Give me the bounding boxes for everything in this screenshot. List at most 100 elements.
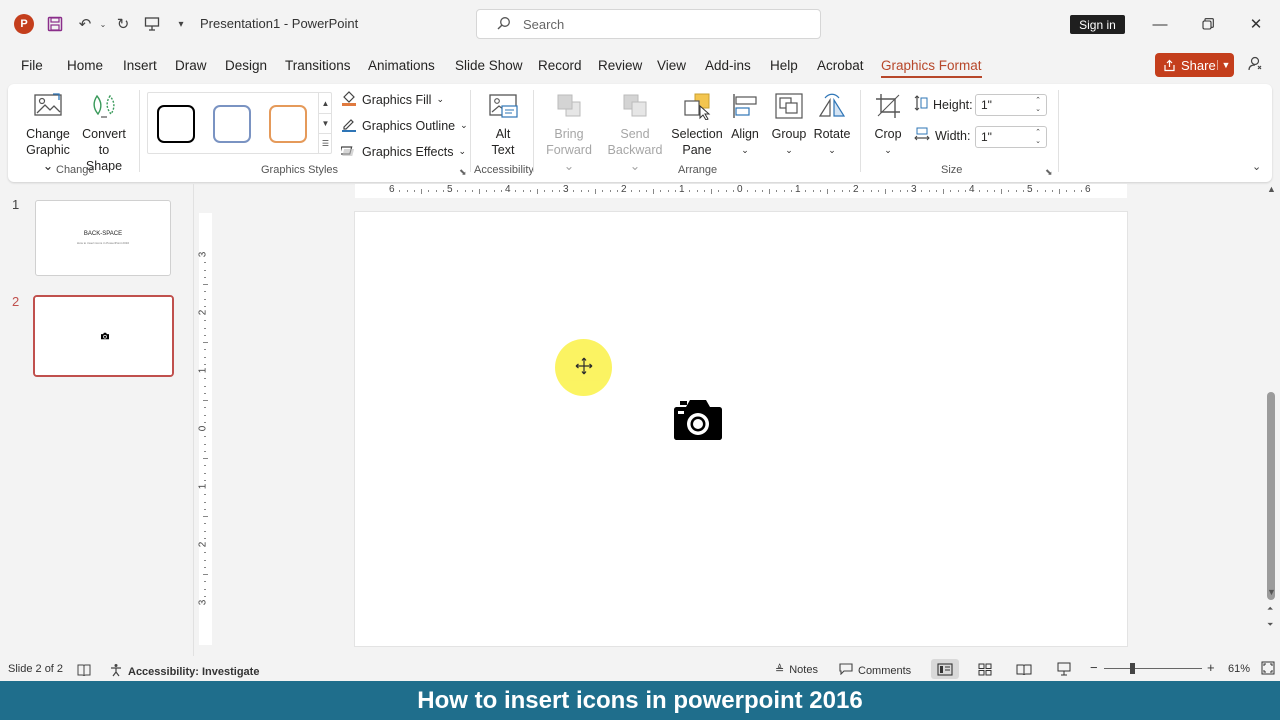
crop-button[interactable]: Crop ⌄ bbox=[870, 90, 906, 158]
reading-view-icon[interactable] bbox=[1010, 659, 1038, 679]
rotate-button[interactable]: Rotate ⌄ bbox=[812, 90, 852, 158]
tab-design[interactable]: Design bbox=[225, 58, 267, 73]
tab-home[interactable]: Home bbox=[67, 58, 103, 73]
scrollbar-thumb[interactable] bbox=[1267, 392, 1275, 600]
tab-view[interactable]: View bbox=[657, 58, 686, 73]
scroll-up-icon[interactable]: ▲ bbox=[1267, 184, 1276, 194]
slide-sorter-icon[interactable] bbox=[971, 659, 999, 679]
graphics-styles-gallery[interactable]: ▲ ▼ ☰ bbox=[147, 92, 332, 154]
comments-icon[interactable] bbox=[1248, 56, 1264, 76]
collapse-ribbon-icon[interactable]: ⌄ bbox=[1252, 160, 1261, 173]
graphics-outline-button[interactable]: Graphics Outline ⌄ bbox=[341, 116, 468, 135]
ruler-tick bbox=[204, 472, 206, 474]
tab-file[interactable]: File bbox=[21, 58, 43, 73]
camera-icon[interactable] bbox=[672, 398, 724, 442]
ruler-tick bbox=[711, 189, 712, 194]
ruler-label: 2 bbox=[621, 184, 627, 195]
ruler-tick bbox=[204, 421, 206, 423]
vertical-scrollbar[interactable]: ▲ ▼ ⏶ ⏷ bbox=[1264, 184, 1280, 656]
move-cursor-icon bbox=[575, 357, 593, 378]
search-box[interactable]: Search bbox=[476, 9, 821, 39]
ruler-label: 4 bbox=[969, 184, 975, 195]
ruler-tick bbox=[558, 190, 560, 192]
zoom-out-icon[interactable]: − bbox=[1090, 660, 1098, 675]
undo-dropdown-icon[interactable]: ⌄ bbox=[92, 13, 114, 35]
style-swatch-black[interactable] bbox=[157, 105, 195, 143]
zoom-slider-thumb[interactable] bbox=[1130, 663, 1135, 674]
customize-qat-icon[interactable]: ▾ bbox=[170, 13, 192, 35]
tab-draw[interactable]: Draw bbox=[175, 58, 207, 73]
style-swatch-orange[interactable] bbox=[269, 105, 307, 143]
ruler-tick bbox=[638, 190, 640, 192]
ruler-tick bbox=[204, 414, 206, 416]
share-button[interactable]: Share ▼ bbox=[1155, 53, 1234, 77]
save-icon[interactable] bbox=[44, 13, 66, 35]
fit-to-window-icon[interactable] bbox=[1260, 660, 1276, 676]
style-swatch-blue[interactable] bbox=[213, 105, 251, 143]
ruler-tick bbox=[870, 190, 872, 192]
ruler-tick bbox=[204, 392, 206, 394]
restore-icon[interactable] bbox=[1193, 12, 1223, 36]
change-graphic-button[interactable]: Change Graphic ⌄ bbox=[22, 90, 74, 174]
accessibility-status[interactable]: Accessibility: Investigate bbox=[109, 663, 259, 680]
comments-button[interactable]: Comments bbox=[839, 663, 911, 678]
tab-review[interactable]: Review bbox=[598, 58, 642, 73]
zoom-level[interactable]: 61% bbox=[1228, 663, 1250, 675]
spinner-arrows-icon[interactable]: ⌃ ⌄ bbox=[1035, 128, 1041, 146]
scroll-down-icon[interactable]: ▼ bbox=[1267, 587, 1276, 597]
slide-show-view-icon[interactable] bbox=[1050, 659, 1078, 679]
tab-record[interactable]: Record bbox=[538, 58, 582, 73]
gallery-scroll-down-icon[interactable]: ▼ bbox=[318, 113, 332, 133]
spinner-arrows-icon[interactable]: ⌃ ⌄ bbox=[1035, 96, 1041, 114]
notes-button[interactable]: ≜ Notes bbox=[775, 663, 818, 677]
ruler-tick bbox=[204, 291, 206, 293]
gallery-scroll-up-icon[interactable]: ▲ bbox=[318, 93, 332, 113]
tab-transitions[interactable]: Transitions bbox=[285, 58, 351, 73]
previous-slide-icon[interactable]: ⏶ bbox=[1267, 604, 1273, 614]
tab-add-ins[interactable]: Add-ins bbox=[705, 58, 751, 73]
slide-thumbnail-1[interactable]: BACK-SPACE How to insert icons in PowerP… bbox=[35, 200, 171, 276]
next-slide-icon[interactable]: ⏷ bbox=[1267, 620, 1273, 630]
tab-graphics-format[interactable]: Graphics Format bbox=[881, 58, 982, 78]
send-backward-button[interactable]: Send Backward ⌄ bbox=[602, 90, 668, 174]
graphics-styles-launcher-icon[interactable]: ⬊ bbox=[459, 167, 467, 178]
alt-text-button[interactable]: Alt Text bbox=[482, 90, 524, 158]
sign-in-button[interactable]: Sign in bbox=[1070, 15, 1125, 34]
tab-animations[interactable]: Animations bbox=[368, 58, 435, 73]
ruler-tick bbox=[204, 523, 206, 525]
redo-icon[interactable]: ↻ bbox=[112, 13, 134, 35]
ribbon-separator bbox=[860, 90, 861, 172]
align-button[interactable]: Align ⌄ bbox=[726, 90, 764, 158]
size-launcher-icon[interactable]: ⬊ bbox=[1045, 167, 1053, 178]
group-button[interactable]: Group ⌄ bbox=[769, 90, 809, 158]
zoom-in-icon[interactable]: + bbox=[1207, 660, 1215, 675]
graphics-effects-button[interactable]: Graphics Effects ⌄ bbox=[339, 142, 466, 161]
slide-thumbnail-2[interactable] bbox=[33, 295, 174, 377]
height-input[interactable]: 1" ⌃ ⌄ bbox=[975, 94, 1047, 116]
close-icon[interactable]: ✕ bbox=[1241, 12, 1271, 36]
gallery-more-icon[interactable]: ☰ bbox=[318, 133, 332, 153]
width-input[interactable]: 1" ⌃ ⌄ bbox=[975, 126, 1047, 148]
ruler-label: 5 bbox=[447, 184, 453, 195]
present-from-start-icon[interactable] bbox=[141, 13, 163, 35]
convert-to-shape-button[interactable]: Convert to Shape bbox=[80, 90, 128, 174]
group-label-size: Size bbox=[941, 164, 963, 176]
paint-bucket-icon bbox=[341, 90, 357, 109]
tab-slide-show[interactable]: Slide Show bbox=[455, 58, 523, 73]
spelling-icon[interactable] bbox=[77, 663, 91, 677]
share-dropdown-icon[interactable]: ▼ bbox=[1217, 60, 1234, 70]
selection-pane-button[interactable]: Selection Pane bbox=[670, 90, 724, 158]
slide-canvas[interactable] bbox=[354, 211, 1128, 647]
tab-help[interactable]: Help bbox=[770, 58, 798, 73]
normal-view-icon[interactable] bbox=[931, 659, 959, 679]
thumbnail-camera-icon bbox=[101, 332, 109, 340]
ruler-tick bbox=[906, 190, 908, 192]
tab-insert[interactable]: Insert bbox=[123, 58, 157, 73]
graphics-fill-button[interactable]: Graphics Fill ⌄ bbox=[341, 90, 444, 109]
zoom-slider[interactable] bbox=[1104, 668, 1202, 669]
minimize-icon[interactable]: — bbox=[1145, 12, 1175, 36]
ruler-tick bbox=[653, 189, 654, 194]
tab-acrobat[interactable]: Acrobat bbox=[817, 58, 864, 73]
ruler-tick bbox=[204, 276, 206, 278]
bring-forward-button[interactable]: Bring Forward ⌄ bbox=[540, 90, 598, 174]
